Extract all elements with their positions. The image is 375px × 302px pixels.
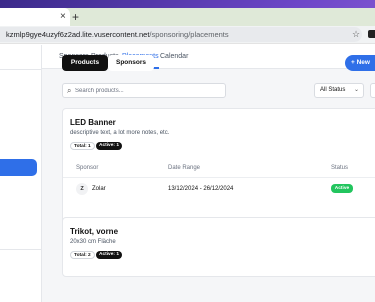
search-icon: ⌕ (67, 86, 72, 95)
status-filter-select[interactable]: All Status ⌄ (314, 83, 364, 98)
sidebar-divider (0, 249, 42, 250)
column-header-sponsor: Sponsor (76, 165, 99, 171)
active-badge: Active: 1 (96, 142, 122, 150)
search-input[interactable] (75, 84, 223, 97)
tab-products[interactable]: Products (62, 55, 108, 71)
sidebar-item-active[interactable] (0, 159, 37, 176)
active-badge: Active: 1 (96, 251, 122, 259)
status-badge: Active (331, 184, 353, 193)
product-description: descriptive text, a lot more notes, etc. (70, 130, 170, 136)
status-filter-value: All Status (320, 87, 346, 93)
nav-calendar[interactable]: Calendar (160, 52, 188, 62)
table-divider (63, 177, 375, 178)
new-tab-icon[interactable]: + (72, 9, 79, 25)
product-description: 20x30 cm Fläche (70, 239, 116, 245)
tab-sponsors[interactable]: Sponsors (108, 55, 154, 71)
tab-strip: × + (0, 8, 375, 26)
browser-window: × + kzmlp9gye4uzyf6z2ad.lite.vuserconten… (0, 8, 375, 302)
extension-icon[interactable] (368, 30, 375, 38)
address-bar[interactable]: kzmlp9gye4uzyf6z2ad.lite.vusercontent.ne… (0, 27, 362, 42)
url-path: /sponsoring/placements (149, 30, 229, 39)
sponsor-name[interactable]: Zolar (92, 186, 106, 192)
product-card: Trikot, vorne 20x30 cm Fläche Total: 2 A… (62, 217, 375, 277)
browser-toolbar: kzmlp9gye4uzyf6z2ad.lite.vusercontent.ne… (0, 26, 375, 44)
star-icon[interactable]: ☆ (352, 29, 360, 40)
secondary-filter-select[interactable] (370, 83, 375, 98)
column-header-status: Status (331, 165, 349, 171)
total-badge: Total: 2 (70, 251, 95, 259)
sidebar (0, 45, 42, 302)
avatar: Z (76, 183, 88, 195)
product-title: LED Banner (70, 118, 116, 127)
url-host: kzmlp9gye4uzyf6z2ad.lite.vusercontent.ne… (6, 30, 150, 39)
sidebar-divider (0, 69, 42, 70)
close-tab-icon[interactable]: × (60, 11, 66, 23)
url-text[interactable]: kzmlp9gye4uzyf6z2ad.lite.vusercontent.ne… (6, 29, 229, 40)
column-header-date-range: Date Range (168, 165, 201, 171)
total-badge: Total: 1 (70, 142, 95, 150)
browser-tab[interactable]: × (0, 8, 70, 26)
new-placement-button[interactable]: + New (345, 55, 375, 71)
date-range: 13/12/2024 - 26/12/2024 (168, 186, 234, 192)
chevron-down-icon: ⌄ (353, 87, 359, 93)
search-box: ⌕ (62, 83, 226, 98)
product-title: Trikot, vorne (70, 227, 119, 236)
